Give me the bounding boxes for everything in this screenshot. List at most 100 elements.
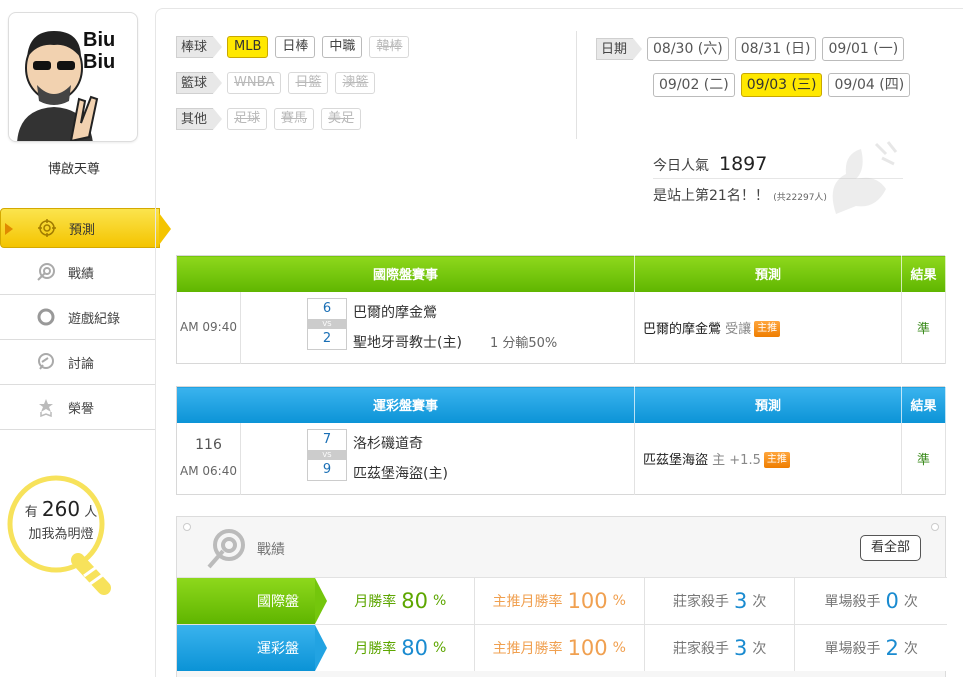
- stat-value: 100: [567, 636, 608, 660]
- stat-label: 單場殺手: [824, 641, 881, 657]
- stat-unit: 次: [903, 641, 918, 657]
- game-number: 116: [195, 437, 222, 454]
- filter-row-baseball: 棒球 MLB 日棒 中職 韓棒: [176, 29, 416, 65]
- filter-chip-horse: 賽馬: [274, 108, 315, 130]
- score-home: 2: [322, 330, 332, 346]
- date-chip[interactable]: 08/31 (日): [734, 37, 817, 61]
- stat-unit: %: [433, 593, 447, 609]
- sidebar-item-record[interactable]: 戰績: [0, 250, 155, 295]
- medal-icon: [36, 397, 56, 417]
- filter-chip-soccer: 足球: [227, 108, 268, 130]
- team-home: 匹茲堡海盜(主): [353, 465, 448, 482]
- score-away: 6: [322, 300, 332, 316]
- sidebar-item-predict[interactable]: 預測: [0, 208, 171, 248]
- record-row-lottery: 運彩盤 月勝率 80% 主推月勝率 100% 莊家殺手 3 次 單場殺手 2 次: [177, 624, 947, 671]
- sidebar-item-label: 預測: [69, 222, 96, 238]
- stat-label: 單場殺手: [824, 594, 881, 610]
- record-panel: 戰績 看全部 國際盤 月勝率 80% 主推月勝率 100% 莊家殺手 3 次 單場殺手 0…: [176, 516, 947, 677]
- username: 博啟天尊: [47, 162, 100, 177]
- stat-label: 主推月勝率: [492, 594, 563, 610]
- score-box: 7 VS 9: [307, 428, 347, 481]
- time-text: AM 06:40: [180, 464, 237, 479]
- col-header-prediction: 預測: [634, 386, 902, 423]
- date-chip[interactable]: 09/04 (四): [828, 73, 911, 97]
- filter-chip-nfl: 美足: [321, 108, 362, 130]
- avatar[interactable]: Biu Biu: [8, 12, 138, 142]
- fans-cta: 加我為明燈: [28, 527, 94, 542]
- prediction: 匹茲堡海盜 主 +1.5 主推: [634, 422, 902, 495]
- record-icon: [36, 262, 56, 282]
- single-killer: 單場殺手 0 次: [795, 578, 947, 624]
- filter-chip-cpbl[interactable]: 中職: [322, 36, 363, 58]
- decorative-figure-icon: [832, 141, 898, 214]
- game-time: AM 09:40: [176, 291, 241, 364]
- filter-row-basketball: 籃球 WNBA 日籃 澳籃: [176, 65, 416, 101]
- filter-chip-kbo: 韓棒: [369, 36, 410, 58]
- sidebar-item-honor[interactable]: 榮譽: [0, 385, 155, 430]
- record-icon: [207, 529, 245, 569]
- popularity-value: 1897: [719, 153, 768, 175]
- fans-count: 260: [41, 497, 81, 521]
- avatar-text: Biu: [83, 29, 116, 51]
- stat-label: 月勝率: [354, 641, 397, 657]
- date-chip[interactable]: 09/01 (一): [822, 37, 905, 61]
- chat-icon: [36, 352, 56, 372]
- team-away: 洛杉磯道奇: [353, 435, 423, 452]
- date-chip-selected[interactable]: 09/03 (三): [740, 73, 823, 97]
- divider: [576, 31, 577, 139]
- table-row: AM 09:40 6 VS 2 巴爾的摩金鶯 聖地牙哥教士(主) 1 分輸50% …: [176, 291, 946, 364]
- sidebar: Biu Biu 博啟天尊 預測 戰績 遊戲紀錄 討論 榮譽 有 260 人 加我…: [0, 0, 171, 677]
- matchup: 7 VS 9 洛杉磯道奇 匹茲堡海盜(主): [240, 422, 635, 495]
- sidebar-item-label: 遊戲紀錄: [68, 311, 121, 327]
- record-row-intl: 國際盤 月勝率 80% 主推月勝率 100% 莊家殺手 3 次 單場殺手 0 次: [177, 577, 947, 624]
- avatar-text: Biu: [83, 51, 116, 73]
- filter-chip-wnba: WNBA: [227, 72, 282, 94]
- stat-unit: 次: [903, 594, 918, 610]
- stat-value: 80: [401, 589, 429, 613]
- pred-team: 匹茲堡海盜: [643, 452, 709, 468]
- filter-chip-jbl: 日籃: [288, 72, 329, 94]
- stat-value: 3: [733, 589, 748, 613]
- see-all-button[interactable]: 看全部: [859, 535, 921, 561]
- lottery-game-table: 運彩盤賽事 預測 結果 116 AM 06:40 7 VS 9 洛杉磯道奇 匹茲…: [176, 386, 946, 495]
- date-chip[interactable]: 08/30 (六): [647, 37, 729, 61]
- record-label: 運彩盤: [177, 625, 328, 671]
- fans-lightbulb[interactable]: 有 260 人 加我為明燈: [6, 468, 116, 608]
- team-away: 巴爾的摩金鶯: [353, 304, 437, 321]
- single-killer: 單場殺手 2 次: [795, 625, 947, 671]
- stat-unit: %: [612, 593, 626, 609]
- game-time: 116 AM 06:40: [176, 422, 241, 495]
- stat-value: 0: [885, 589, 899, 613]
- filter-row-other: 其他 足球 賽馬 美足: [176, 101, 416, 137]
- filter-chip-npb[interactable]: 日棒: [275, 36, 316, 58]
- time-text: AM 09:40: [180, 320, 237, 335]
- record-title: 戰績: [257, 542, 285, 558]
- fans-prefix: 有: [24, 505, 38, 520]
- filter-chip-nbl: 澳籃: [335, 72, 376, 94]
- col-header-event: 國際盤賽事: [176, 255, 635, 292]
- stat-unit: %: [433, 640, 447, 656]
- table-row: 116 AM 06:40 7 VS 9 洛杉磯道奇 匹茲堡海盜(主) 匹茲堡海盜…: [176, 422, 946, 495]
- stat-unit: %: [612, 640, 626, 656]
- date-selector: 日期 08/30 (六) 08/31 (日) 09/01 (一) 09/02 (…: [596, 31, 936, 103]
- stat-label: 莊家殺手: [672, 641, 729, 657]
- filter-chip-mlb[interactable]: MLB: [227, 36, 269, 58]
- sport-filters: 棒球 MLB 日棒 中職 韓棒 籃球 WNBA 日籃 澳籃 其他 足球 賽馬 美…: [176, 29, 416, 137]
- filter-label: 籃球: [176, 72, 223, 94]
- sidebar-item-game-log[interactable]: 遊戲紀錄: [0, 295, 155, 340]
- fans-text: 有 260 人 加我為明燈: [6, 498, 116, 546]
- intl-game-table: 國際盤賽事 預測 結果 AM 09:40 6 VS 2 巴爾的摩金鶯 聖地牙哥教…: [176, 255, 946, 364]
- col-header-result: 結果: [901, 386, 946, 423]
- date-chip[interactable]: 09/02 (二): [653, 73, 735, 97]
- popularity-label: 今日人氣: [653, 158, 709, 174]
- main-panel: 棒球 MLB 日棒 中職 韓棒 籃球 WNBA 日籃 澳籃 其他 足球 賽馬 美…: [155, 8, 963, 677]
- sidebar-nav: 預測 戰績 遊戲紀錄 討論 榮譽: [0, 208, 171, 430]
- filter-label: 棒球: [176, 36, 223, 58]
- target-icon: [37, 218, 57, 238]
- team-names: 洛杉磯道奇 匹茲堡海盜(主): [353, 429, 448, 489]
- team-names: 巴爾的摩金鶯 聖地牙哥教士(主) 1 分輸50%: [353, 298, 557, 359]
- sidebar-item-discuss[interactable]: 討論: [0, 340, 155, 385]
- odds-text: 1 分輸50%: [489, 335, 558, 351]
- pred-sub: 受讓: [725, 321, 752, 337]
- stat-unit: 次: [752, 641, 767, 657]
